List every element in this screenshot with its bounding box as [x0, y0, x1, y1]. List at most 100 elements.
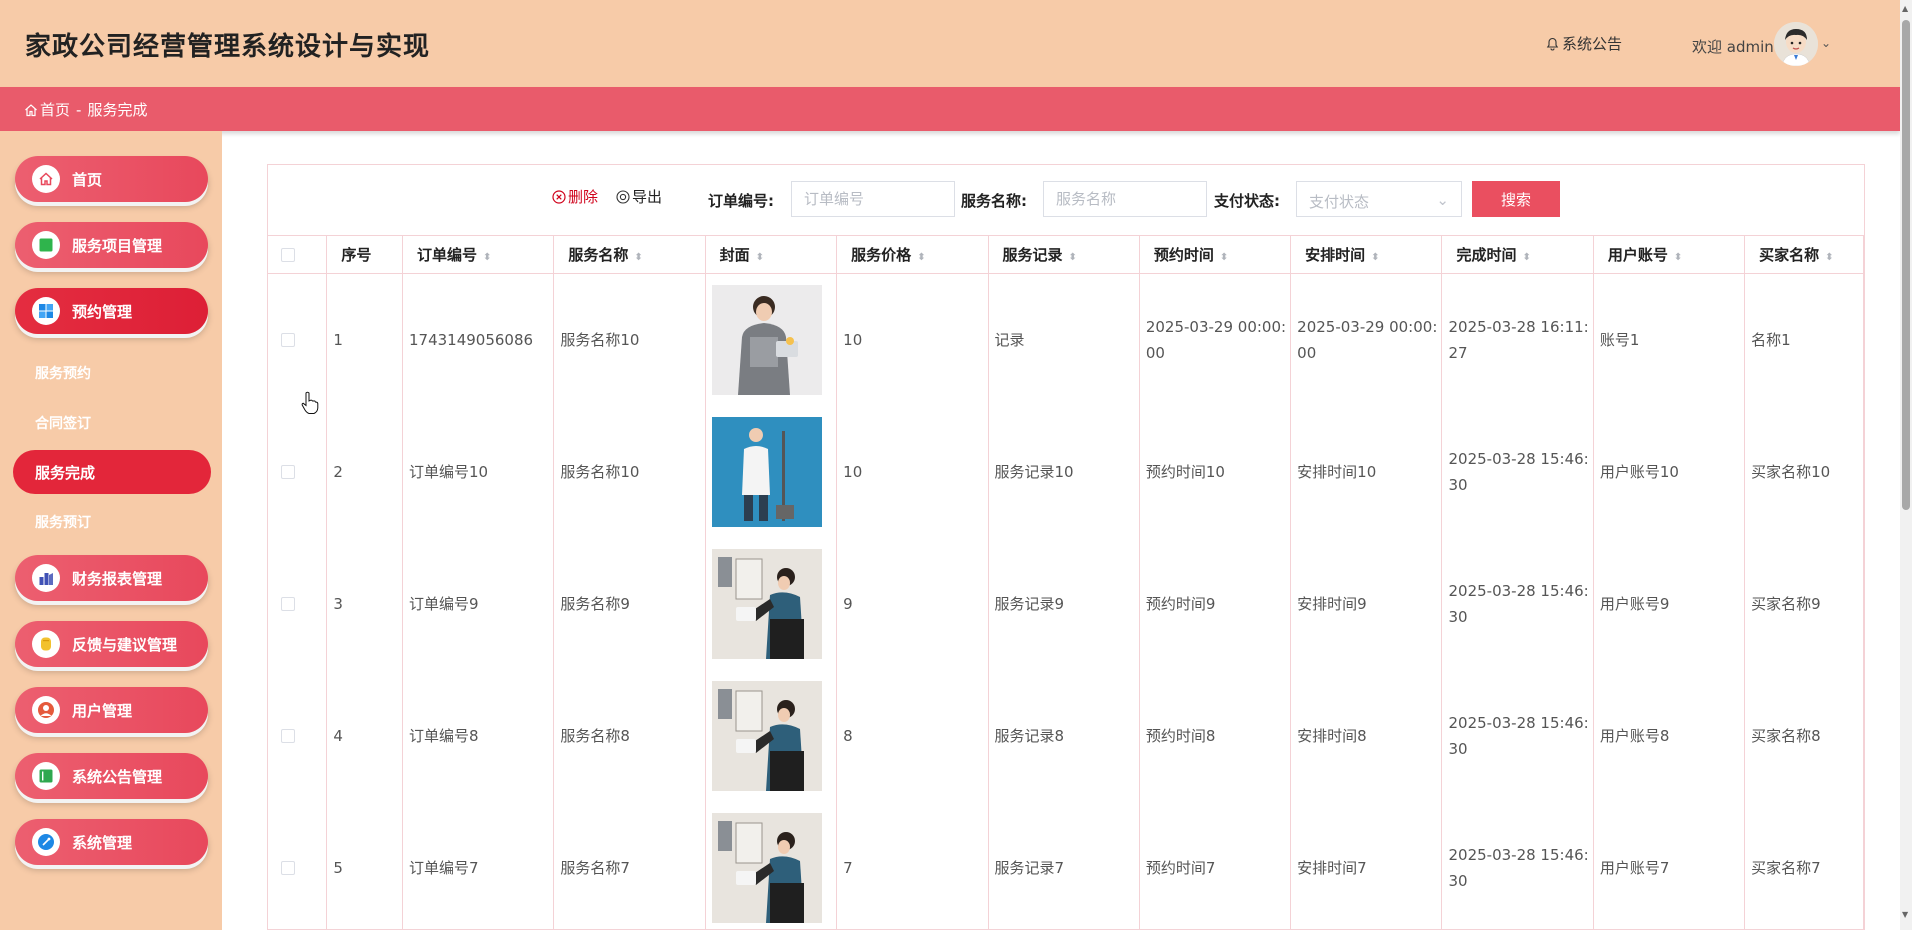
sidebar-item-appointments[interactable]: 预约管理 [15, 288, 208, 334]
row-select-cell[interactable] [268, 669, 328, 802]
cover-cell [705, 405, 838, 538]
export-button[interactable]: 导出 [616, 186, 662, 207]
table-row[interactable]: 2 订单编号10 服务名称10 10 服务记录10 预约时间10 安排时间10 2025-03… [268, 405, 1864, 538]
cell-buyer: 买家名称8 [1744, 669, 1864, 802]
scrollbar-thumb[interactable] [1902, 20, 1910, 510]
cover-image [711, 812, 822, 923]
windows-grid-icon [32, 297, 60, 325]
table-row[interactable]: 5 订单编号7 服务名称7 7 服务记录7 预约时间7 安排时间7 2025-03-28 15… [268, 801, 1864, 929]
column-header[interactable]: 买家名称 ⬍ [1744, 235, 1864, 274]
column-header[interactable]: 订单编号 ⬍ [402, 235, 555, 274]
row-select-cell[interactable] [268, 537, 328, 670]
column-header-label: 序号 [341, 246, 372, 264]
column-header-label: 完成时间 [1456, 246, 1517, 264]
system-notice-link[interactable]: 系统公告 [1546, 33, 1622, 54]
scroll-down-arrow-icon[interactable]: ▼ [1902, 910, 1908, 919]
service-name-input[interactable] [1043, 181, 1207, 217]
sort-icon[interactable]: ⬍ [634, 252, 642, 263]
sort-icon[interactable]: ⬍ [1523, 252, 1531, 263]
sidebar-item-finance[interactable]: 财务报表管理 [15, 555, 208, 601]
pay-status-select[interactable]: 支付状态 ⌄ [1296, 181, 1462, 217]
sort-icon[interactable]: ⬍ [1371, 252, 1379, 263]
cell-account: 用户账号10 [1593, 405, 1746, 538]
breadcrumb-home[interactable]: 首页 [24, 99, 70, 120]
table-row[interactable]: 4 订单编号8 服务名称8 8 服务记录8 预约时间8 安排时间8 2025-03-28 15… [268, 669, 1864, 802]
cell-buyer: 买家名称9 [1744, 537, 1864, 670]
column-header[interactable]: 用户账号 ⬍ [1593, 235, 1746, 274]
column-header[interactable]: 服务记录 ⬍ [988, 235, 1140, 274]
delete-button[interactable]: 删除 [552, 186, 598, 207]
cell-index: 3 [326, 537, 403, 670]
select-all-cell[interactable] [268, 235, 328, 274]
row-checkbox[interactable] [281, 464, 295, 479]
sidebar-subitem-service-reservation[interactable]: 服务预订 [35, 512, 91, 532]
app-title: 家政公司经营管理系统设计与实现 [25, 32, 431, 62]
cell-order-no: 订单编号9 [402, 537, 555, 670]
column-header[interactable]: 服务名称 ⬍ [553, 235, 706, 274]
cell-reserve-time: 预约时间8 [1139, 669, 1292, 802]
column-header-label: 订单编号 [416, 246, 477, 264]
row-checkbox[interactable] [281, 596, 295, 611]
cover-cell [705, 273, 838, 406]
column-header[interactable]: 预约时间 ⬍ [1139, 235, 1292, 274]
column-header[interactable]: 安排时间 ⬍ [1290, 235, 1443, 274]
sort-icon[interactable]: ⬍ [1069, 252, 1077, 263]
notice-board-icon [32, 762, 60, 790]
pay-status-label: 支付状态: [1214, 192, 1280, 210]
column-header[interactable]: 封面 ⬍ [705, 235, 838, 274]
column-header-label: 服务记录 [1002, 246, 1063, 264]
cover-image [711, 284, 822, 395]
search-button[interactable]: 搜索 [1472, 181, 1560, 217]
sort-icon[interactable]: ⬍ [917, 252, 925, 263]
welcome-text: 欢迎 admin [1692, 38, 1774, 56]
sidebar-item-users[interactable]: 用户管理 [15, 687, 208, 733]
row-select-cell[interactable] [268, 801, 328, 929]
settings-icon [32, 828, 60, 856]
cell-account: 用户账号9 [1593, 537, 1746, 670]
cell-record: 服务记录8 [988, 669, 1140, 802]
sort-icon[interactable]: ⬍ [1825, 252, 1833, 263]
cell-record: 服务记录9 [988, 537, 1140, 670]
sidebar-subitem-service-booking[interactable]: 服务预约 [35, 363, 91, 383]
cell-order-no: 1743149056086 [402, 273, 555, 406]
sort-icon[interactable]: ⬍ [483, 252, 491, 263]
column-header-label: 买家名称 [1759, 246, 1820, 264]
column-header: 序号 [326, 235, 403, 274]
cell-service-name: 服务名称10 [553, 405, 706, 538]
row-checkbox[interactable] [281, 860, 295, 875]
cell-price: 10 [836, 273, 989, 406]
sidebar-item-notices[interactable]: 系统公告管理 [15, 753, 208, 799]
row-checkbox[interactable] [281, 332, 295, 347]
chevron-down-icon[interactable]: ⌄ [1821, 36, 1831, 50]
breadcrumb-current: 服务完成 [87, 101, 148, 119]
row-checkbox[interactable] [281, 728, 295, 743]
breadcrumb-bar: 首页 - 服务完成 [0, 87, 1900, 131]
page-scrollbar[interactable]: ▲ ▼ [1900, 0, 1912, 930]
sidebar-subitem-service-complete[interactable]: 服务完成 [13, 450, 211, 494]
sidebar-item-system[interactable]: 系统管理 [15, 819, 208, 865]
cell-price: 9 [836, 537, 989, 670]
column-header[interactable]: 服务价格 ⬍ [836, 235, 989, 274]
scroll-up-arrow-icon[interactable]: ▲ [1902, 4, 1908, 13]
sidebar-item-home[interactable]: 首页 [15, 156, 208, 202]
table-row[interactable]: 3 订单编号9 服务名称9 9 服务记录9 预约时间9 安排时间9 2025-03-28 15… [268, 537, 1864, 670]
cell-buyer: 买家名称10 [1744, 405, 1864, 538]
sidebar-item-service-projects[interactable]: 服务项目管理 [15, 222, 208, 268]
sidebar-subitem-contract[interactable]: 合同签订 [35, 413, 91, 433]
avatar[interactable] [1774, 22, 1818, 66]
order-no-input[interactable] [791, 181, 955, 217]
column-header[interactable]: 完成时间 ⬍ [1441, 235, 1594, 274]
table-header-row: 序号 订单编号 ⬍ 服务名称 ⬍ 封面 ⬍ 服务价格 ⬍ 服务记录 ⬍ 预约时间 ⬍ 安排时… [268, 235, 1864, 274]
cell-finish-time: 2025-03-28 16:11:27 [1441, 273, 1594, 406]
row-select-cell[interactable] [268, 273, 328, 406]
select-all-checkbox[interactable] [281, 247, 295, 262]
row-select-cell[interactable] [268, 405, 328, 538]
sort-icon[interactable]: ⬍ [756, 252, 764, 263]
table-row[interactable]: 1 1743149056086 服务名称10 10 记录 2025-03-29 00:00… [268, 273, 1864, 406]
sort-icon[interactable]: ⬍ [1674, 252, 1682, 263]
sort-icon[interactable]: ⬍ [1220, 252, 1228, 263]
cell-index: 1 [326, 273, 403, 406]
cell-index: 5 [326, 801, 403, 929]
home-icon [32, 165, 60, 193]
sidebar-item-feedback[interactable]: 反馈与建议管理 [15, 621, 208, 667]
